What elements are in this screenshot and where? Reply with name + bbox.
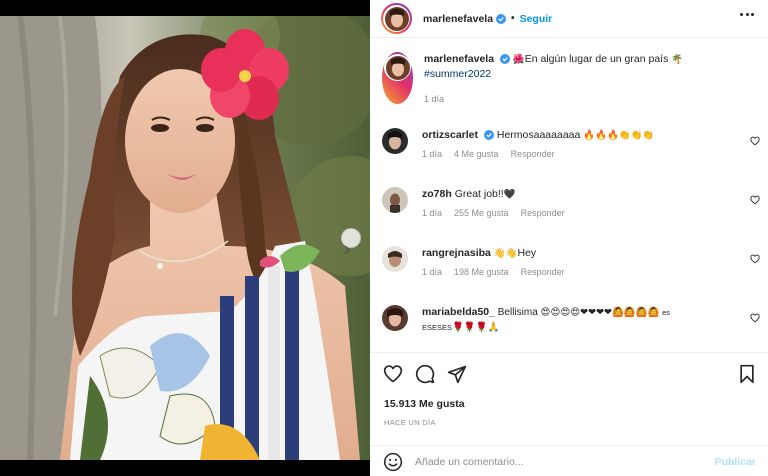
- reply-button[interactable]: Responder: [521, 208, 565, 218]
- caption-hashtag[interactable]: #summer2022: [424, 68, 491, 80]
- post-photo: [0, 16, 370, 460]
- author-username[interactable]: marlenefavela: [423, 13, 493, 25]
- verified-badge-icon: [499, 54, 510, 64]
- comment-thread: marlenefavela 🌺En algún lugar de un gran…: [370, 40, 768, 352]
- comment-meta: 1 día 4 Me gusta Responder: [422, 149, 654, 159]
- caption-avatar-ring[interactable]: [382, 52, 413, 104]
- comment-meta: 1 día 198 Me gusta Responder: [422, 267, 565, 277]
- heart-icon[interactable]: [383, 364, 403, 384]
- comment-emoji: 👋👋: [493, 248, 518, 259]
- comment-emoji-line2: 🌹🌹🌹🙏: [452, 322, 500, 333]
- comment-item: mariabelda50_ Bellisima 😍😍😍😍❤❤❤❤🙆🙆🙆🙆 es …: [382, 305, 762, 335]
- comment-likes[interactable]: 255 Me gusta: [454, 208, 509, 218]
- comment-emoji: 🖤: [503, 189, 516, 200]
- publish-button[interactable]: Publicar: [715, 456, 756, 468]
- comment-text-block: ortizscarlet Hermosaaaaaaaa 🔥🔥🔥👏👏👏: [422, 128, 654, 143]
- comment-item: zo78h Great job!!🖤 1 día 255 Me gusta Re…: [382, 187, 762, 218]
- post-actions-section: 15.913 Me gusta HACE UN DÍA Publicar: [370, 352, 768, 476]
- comment-text-block: mariabelda50_ Bellisima 😍😍😍😍❤❤❤❤🙆🙆🙆🙆 es …: [422, 305, 752, 335]
- comment-username[interactable]: zo78h: [422, 188, 452, 200]
- comment-username[interactable]: rangrejnasiba: [422, 247, 491, 259]
- caption-time[interactable]: 1 día: [424, 94, 444, 104]
- author-avatar-ring[interactable]: [381, 3, 412, 34]
- caption-meta: 1 día: [424, 94, 683, 104]
- more-options-icon[interactable]: [740, 13, 754, 16]
- comment-username[interactable]: ortizscarlet: [422, 129, 478, 141]
- avatar-image: [382, 187, 408, 213]
- caption-text-block: marlenefavela 🌺En algún lugar de un gran…: [424, 52, 683, 82]
- avatar-image: [382, 246, 408, 272]
- comment-like-heart-icon[interactable]: [750, 195, 760, 205]
- likes-count[interactable]: 15.913 Me gusta: [384, 398, 465, 410]
- comment-meta: 1 día 255 Me gusta Responder: [422, 208, 565, 218]
- paper-plane-icon[interactable]: [447, 364, 467, 384]
- smiley-icon[interactable]: [383, 452, 403, 472]
- post-media[interactable]: [0, 0, 370, 476]
- follow-button[interactable]: Seguir: [520, 13, 553, 25]
- reply-button[interactable]: Responder: [511, 149, 555, 159]
- comment-avatar[interactable]: [382, 187, 408, 213]
- comment-avatar[interactable]: [382, 246, 408, 272]
- comment-text-block: rangrejnasiba 👋👋Hey: [422, 246, 565, 261]
- comment-text-suffix: es: [662, 308, 671, 317]
- comment-time[interactable]: 1 día: [422, 267, 442, 277]
- comment-composer: Publicar: [370, 445, 768, 476]
- caption-username[interactable]: marlenefavela: [424, 53, 494, 65]
- verified-badge-icon: [496, 13, 507, 24]
- bookmark-icon[interactable]: [738, 364, 756, 384]
- comment-time[interactable]: 1 día: [422, 208, 442, 218]
- hibiscus-emoji: 🌺: [512, 54, 525, 65]
- comment-emoji: 🔥🔥🔥👏👏👏: [583, 130, 655, 141]
- comment-time[interactable]: 1 día: [422, 149, 442, 159]
- avatar-image: [382, 128, 408, 154]
- comment-item: rangrejnasiba 👋👋Hey 1 día 198 Me gusta R…: [382, 246, 762, 277]
- post-side-panel: marlenefavela • Seguir marlenefavela 🌺En…: [370, 0, 768, 476]
- palm-tree-emoji: 🌴: [671, 54, 684, 65]
- comment-like-heart-icon[interactable]: [750, 254, 760, 264]
- post-caption: marlenefavela 🌺En algún lugar de un gran…: [382, 52, 762, 104]
- chevron-right-icon: [344, 245, 351, 255]
- caption-text: En algún lugar de un gran país: [524, 53, 669, 65]
- comment-text: Great job!!: [454, 188, 504, 200]
- avatar-image: [385, 55, 410, 80]
- next-image-button[interactable]: [341, 228, 361, 255]
- comment-input[interactable]: [415, 455, 685, 468]
- verified-badge-icon: [483, 130, 494, 140]
- author-avatar[interactable]: [384, 6, 409, 31]
- comment-item: ortizscarlet Hermosaaaaaaaa 🔥🔥🔥👏👏👏 1 día…: [382, 128, 762, 159]
- comment-text: Hermosaaaaaaaa: [496, 129, 581, 141]
- reply-button[interactable]: Responder: [521, 267, 565, 277]
- avatar-image: [382, 305, 408, 331]
- header-separator-dot: •: [511, 13, 515, 24]
- comment-text: Bellisima: [497, 307, 538, 318]
- comment-likes[interactable]: 198 Me gusta: [454, 267, 509, 277]
- comment-text-line2: eseses: [422, 323, 453, 332]
- comment-username[interactable]: mariabelda50_: [422, 306, 495, 318]
- comment-avatar[interactable]: [382, 305, 408, 331]
- avatar-image: [384, 6, 409, 31]
- post-timestamp[interactable]: HACE UN DÍA: [384, 418, 436, 427]
- comment-emoji: 😍😍😍😍❤❤❤❤🙆🙆🙆🙆: [540, 307, 660, 318]
- comment-text-block: zo78h Great job!!🖤: [422, 187, 565, 202]
- comment-text: Hey: [517, 247, 537, 259]
- comment-like-heart-icon[interactable]: [750, 313, 760, 323]
- comment-avatar[interactable]: [382, 128, 408, 154]
- comment-bubble-icon[interactable]: [415, 364, 435, 384]
- instagram-post-modal: marlenefavela • Seguir marlenefavela 🌺En…: [0, 0, 768, 476]
- caption-avatar[interactable]: [385, 55, 410, 80]
- comment-likes[interactable]: 4 Me gusta: [454, 149, 499, 159]
- comment-like-heart-icon[interactable]: [750, 136, 760, 146]
- post-header: marlenefavela • Seguir: [370, 0, 768, 38]
